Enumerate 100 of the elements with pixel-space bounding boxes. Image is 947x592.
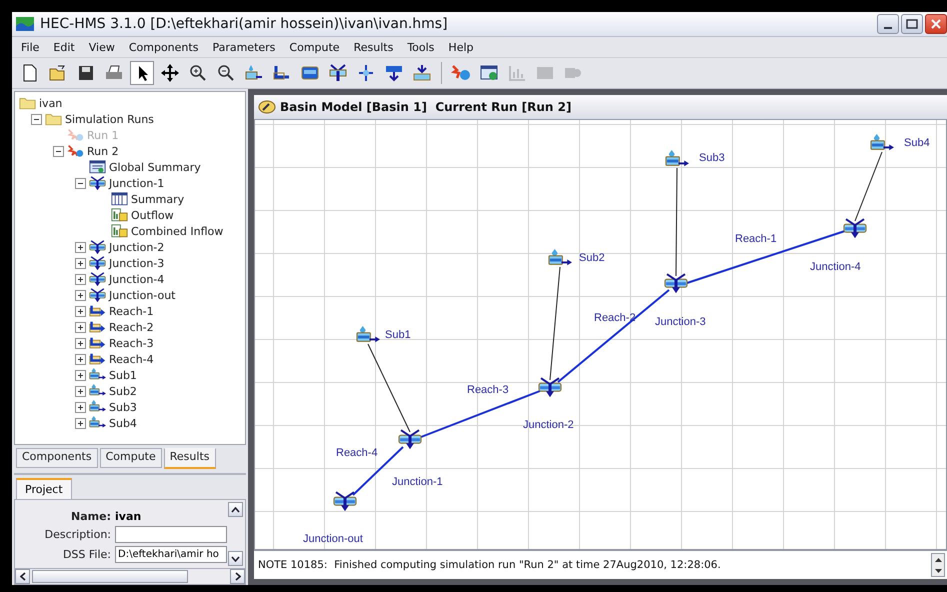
junction-icon: [89, 256, 106, 270]
scroll-down-button[interactable]: [228, 551, 243, 566]
collapse-toggle[interactable]: [75, 178, 86, 188]
expand-toggle[interactable]: [75, 386, 86, 396]
input-field[interactable]: [115, 526, 227, 543]
menu-item[interactable]: Edit: [46, 40, 82, 54]
tree-item[interactable]: Summary: [131, 192, 184, 206]
expand-toggle[interactable]: [75, 338, 86, 348]
menu-item[interactable]: Components: [122, 40, 206, 54]
plus-icon: [77, 244, 84, 250]
expand-toggle[interactable]: [75, 242, 86, 252]
tree-item[interactable]: Simulation Runs: [65, 112, 154, 126]
expand-toggle[interactable]: [75, 274, 86, 284]
plus-icon: [77, 340, 84, 346]
scroll-up-button[interactable]: [228, 502, 243, 517]
folder-icon: [45, 112, 62, 126]
subbasin-icon[interactable]: [870, 134, 894, 154]
reach-icon: [89, 304, 106, 318]
tree-item[interactable]: Junction-out: [109, 288, 176, 302]
plus-icon: [77, 324, 84, 330]
tree-item[interactable]: Junction-3: [109, 256, 164, 270]
input-field[interactable]: D:\eftekhari\amir ho: [115, 546, 227, 563]
expand-toggle[interactable]: [75, 322, 86, 332]
plus-icon: [77, 420, 84, 426]
reach-label: Reach-4: [336, 447, 378, 459]
window-title: HEC-HMS 3.1.0 [D:\eftekhari(amir hossein)\ivan\ivan.hms]: [40, 16, 449, 32]
select-tool-icon[interactable]: [130, 61, 154, 85]
menu-item[interactable]: Tools: [400, 40, 442, 54]
tree-item[interactable]: Outflow: [131, 208, 174, 222]
subbasin-icon[interactable]: [548, 249, 572, 268]
expand-toggle[interactable]: [75, 290, 86, 300]
tree-item[interactable]: Junction-2: [109, 240, 164, 254]
graph-icon: [111, 208, 128, 222]
graph-icon: [111, 224, 128, 238]
app-logo-icon: [16, 17, 34, 31]
expand-toggle[interactable]: [75, 370, 86, 380]
tree-item[interactable]: Reach-1: [109, 304, 154, 318]
minimize-button[interactable]: [877, 14, 899, 34]
tab[interactable]: Results: [164, 448, 216, 469]
subbasin-icon[interactable]: [356, 326, 380, 346]
status-message: NOTE 10185: Finished computing simulation run "Run 2" at time 27Aug2010, 12:28:06.: [257, 559, 722, 571]
subbasin-icon: [89, 400, 106, 414]
junction-icon[interactable]: [333, 491, 357, 512]
tab[interactable]: Compute: [100, 448, 162, 468]
junction-icon[interactable]: [538, 377, 562, 398]
tree-item[interactable]: Reach-4: [109, 352, 154, 366]
menu-item[interactable]: File: [14, 40, 46, 54]
junction-icon[interactable]: [843, 218, 867, 238]
tree-item[interactable]: Sub1: [109, 368, 137, 382]
expand-toggle[interactable]: [75, 354, 86, 364]
tree-item[interactable]: Reach-2: [109, 320, 154, 334]
run-icon: [67, 128, 84, 142]
menu-item[interactable]: Results: [346, 40, 400, 54]
tree-item[interactable]: Reach-3: [109, 336, 154, 350]
reach-icon: [89, 320, 106, 334]
subbasin-icon: [89, 384, 106, 398]
tree-item[interactable]: Run 2: [87, 144, 119, 158]
close-button[interactable]: [925, 14, 947, 34]
subbasin-icon[interactable]: [665, 150, 689, 170]
junction-icon[interactable]: [664, 273, 688, 294]
subbasin-icon: [89, 368, 106, 382]
tree-item[interactable]: Junction-1: [109, 176, 164, 190]
tree-item[interactable]: Combined Inflow: [131, 224, 224, 238]
tree-item[interactable]: Sub4: [109, 416, 137, 430]
scroll-left-button[interactable]: [15, 569, 30, 584]
collapse-toggle[interactable]: [53, 146, 64, 156]
subbasin-icon: [89, 416, 106, 430]
junction-icon: [89, 272, 106, 286]
expand-toggle[interactable]: [75, 306, 86, 316]
menu-item[interactable]: Parameters: [205, 40, 282, 54]
tree-item[interactable]: Sub3: [109, 400, 137, 414]
tree-item[interactable]: Sub2: [109, 384, 137, 398]
scroll-right-button[interactable]: [230, 569, 245, 584]
summary-icon: [89, 160, 106, 174]
field-label: Name:: [70, 510, 111, 523]
tree-item[interactable]: Junction-4: [109, 272, 164, 286]
expand-toggle[interactable]: [75, 418, 86, 428]
junction-icon: [89, 176, 106, 190]
expand-toggle[interactable]: [75, 258, 86, 268]
tree-item[interactable]: Global Summary: [109, 160, 201, 174]
scrollbar-thumb[interactable]: [32, 570, 188, 583]
tab[interactable]: Components: [16, 448, 98, 468]
expand-toggle[interactable]: [75, 402, 86, 412]
maximize-button[interactable]: [901, 14, 923, 34]
field-label: Description:: [44, 528, 111, 541]
spinner-control[interactable]: [931, 553, 945, 577]
table-icon: [111, 192, 128, 206]
node-label: Sub4: [904, 137, 930, 149]
menu-item[interactable]: View: [82, 40, 122, 54]
junction-icon: [89, 240, 106, 254]
tab[interactable]: Project: [16, 478, 72, 499]
reach-icon: [89, 352, 106, 366]
node-label: Sub2: [579, 252, 605, 264]
menu-item[interactable]: Help: [441, 40, 480, 54]
collapse-toggle[interactable]: [31, 114, 42, 124]
connector-line: [854, 152, 882, 222]
tree-item[interactable]: ivan: [39, 96, 62, 110]
reach-label: Reach-3: [467, 384, 509, 396]
menu-item[interactable]: Compute: [282, 40, 347, 54]
junction-icon[interactable]: [398, 429, 422, 450]
